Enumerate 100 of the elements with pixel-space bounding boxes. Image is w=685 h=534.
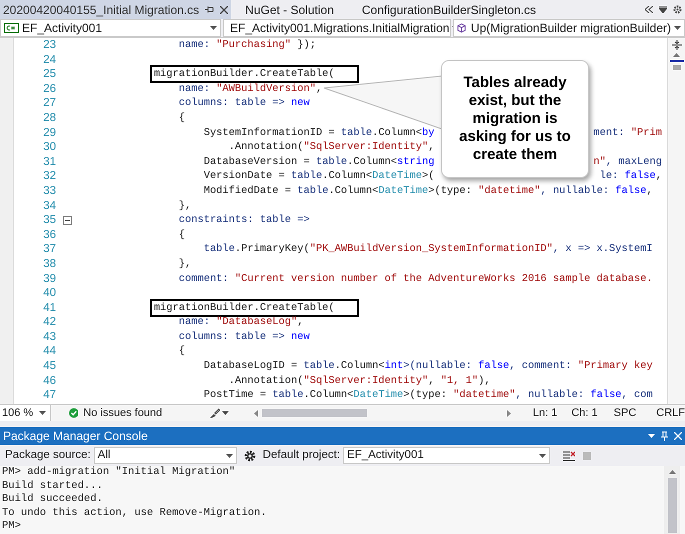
dropdown-icon[interactable] [659,6,667,13]
line-number: 40 [42,286,56,301]
line-number: 30 [42,140,56,155]
settings-icon[interactable] [244,450,256,462]
line-number: 33 [42,184,56,199]
console-line: PM> add-migration "Initial Migration" [2,466,236,480]
code-line: }, [178,198,192,214]
line-number: 24 [42,52,56,68]
split-icon[interactable] [672,40,682,50]
clear-console-icon[interactable] [563,450,576,460]
code-line: comment: "Current version number of the AdventureWorks 2016 sample database. [178,272,653,286]
line-ending-indicator: CRLF [656,406,685,421]
default-project-dropdown[interactable]: EF_Activity001 [343,447,550,464]
line-number: 47 [42,388,56,403]
console-scrollbar[interactable] [664,466,680,534]
field-label: Default project: [262,448,340,463]
code-line: ModifiedDate = table.Column<DateTime>(type: "datetime", nullable: false, [202,184,653,199]
code-line: name: "AWBuildVersion", [178,82,322,96]
code-line: .Annotation("SqlServer:Identity", "1, 1"), [228,374,491,388]
caret-icon[interactable] [226,454,233,458]
method-icon [457,22,468,34]
caret-icon[interactable] [210,26,217,30]
package-source-dropdown[interactable]: All [94,447,237,464]
code-line: name: "DatabaseLog", [178,315,304,330]
dropdown-icon[interactable] [648,434,655,438]
code-line: columns: table => new [178,330,310,344]
field-label: Package source: [5,448,91,463]
code-line: { [178,228,186,242]
overflow-icon[interactable] [645,6,653,13]
line-indicator: Ln: 1 [532,406,558,421]
code-line: DatabaseVersion = table.Column<string [202,154,434,170]
line-number: 25 [42,67,56,82]
horizontal-scrollbar[interactable] [254,407,511,419]
scroll-left-icon[interactable] [254,410,258,416]
code-line: { [178,110,186,126]
line-number: 36 [42,228,56,242]
brush-icon[interactable] [208,408,220,418]
scroll-thumb[interactable] [672,65,680,70]
navigation-dropdown[interactable]: Up(MigrationBuilder migrationBuilder) [453,19,685,37]
line-number: 38 [42,256,56,272]
console-line: Build started... [2,480,104,493]
collapse-icon[interactable] [63,216,72,225]
zoom-dropdown[interactable]: 106 % [0,405,51,421]
vertical-scrollbar[interactable] [667,38,685,404]
caret-icon[interactable] [674,26,681,30]
console-line: PM> [2,520,22,534]
navigation-dropdown[interactable]: EF_Activity001.Migrations.InitialMigration [223,19,451,37]
whitespace-indicator: SPC [614,406,636,421]
line-number: 29 [42,126,56,140]
callout: Tables already exist, but the migration is asking for us to create them [441,60,589,178]
code-line: constraints: table => [178,213,310,228]
code-line: migrationBuilder.CreateTable( [152,300,335,316]
line-number: 37 [42,242,56,257]
line-number: 27 [42,96,56,111]
code-line: columns: table => new [178,96,310,111]
code-line: le: false, [600,169,662,184]
pin-icon[interactable] [205,5,214,14]
code-line: n", maxLeng [593,154,662,170]
caret-icon[interactable] [539,454,546,458]
settings-icon[interactable] [673,5,682,14]
line-number: 42 [42,315,56,330]
code-line: PostTime = table.Column<DateTime>(type: "datetime", nullable: false, com [202,388,653,403]
code-line: ment: "Prim [593,126,662,140]
console-line: Build succeeded. [2,493,104,507]
line-number: 23 [42,38,56,53]
code-line: .Annotation("SqlServer:Identity", [228,140,434,155]
scroll-up-icon[interactable] [668,470,676,474]
line-number: 28 [42,110,56,126]
issues-status: No issues found [83,406,164,421]
line-number: 32 [42,169,56,184]
close-icon[interactable] [220,6,228,14]
csharp-project-icon [4,23,19,33]
scroll-up-icon[interactable] [673,53,680,57]
line-number: 44 [42,344,56,360]
code-line: }, [178,256,192,272]
caret-icon[interactable] [222,411,229,415]
column-indicator: Ch: 1 [571,406,598,421]
editor-tab[interactable]: NuGet - Solution [231,0,348,19]
code-line: migrationBuilder.CreateTable( [152,67,335,82]
editor-tab[interactable]: ConfigurationBuilderSingleton.cs [348,0,550,19]
panel-title: Package Manager Console [3,428,149,445]
code-line: table.PrimaryKey("PK_AWBuildVersion_SystemInformationID", x => x.SystemI [202,242,653,257]
check-circle-icon [68,408,78,418]
console-line: To undo this action, use Remove-Migration. [2,506,268,520]
navigation-dropdown[interactable]: EF_Activity001 [0,19,221,37]
line-number: 46 [42,374,56,388]
code-line: DatabaseLogID = table.Column<int>(nullable: false, comment: "Primary key [202,359,653,374]
scroll-right-icon[interactable] [506,410,511,416]
line-number: 43 [42,330,56,344]
code-line: name: "Purchasing" }); [178,38,316,53]
line-number: 39 [42,272,56,286]
caret-position-marker [670,60,684,62]
caret-icon[interactable] [39,411,46,415]
code-line: SystemInformationID = table.Column<by [202,126,434,140]
code-line: { [178,344,186,360]
code-line: VersionDate = table.Column<DateTime>( [202,169,434,184]
line-number: 41 [42,300,56,316]
line-number: 31 [42,154,56,170]
line-number: 34 [42,198,56,214]
editor-tab[interactable]: 20200420040155_Initial Migration.cs [0,0,232,19]
